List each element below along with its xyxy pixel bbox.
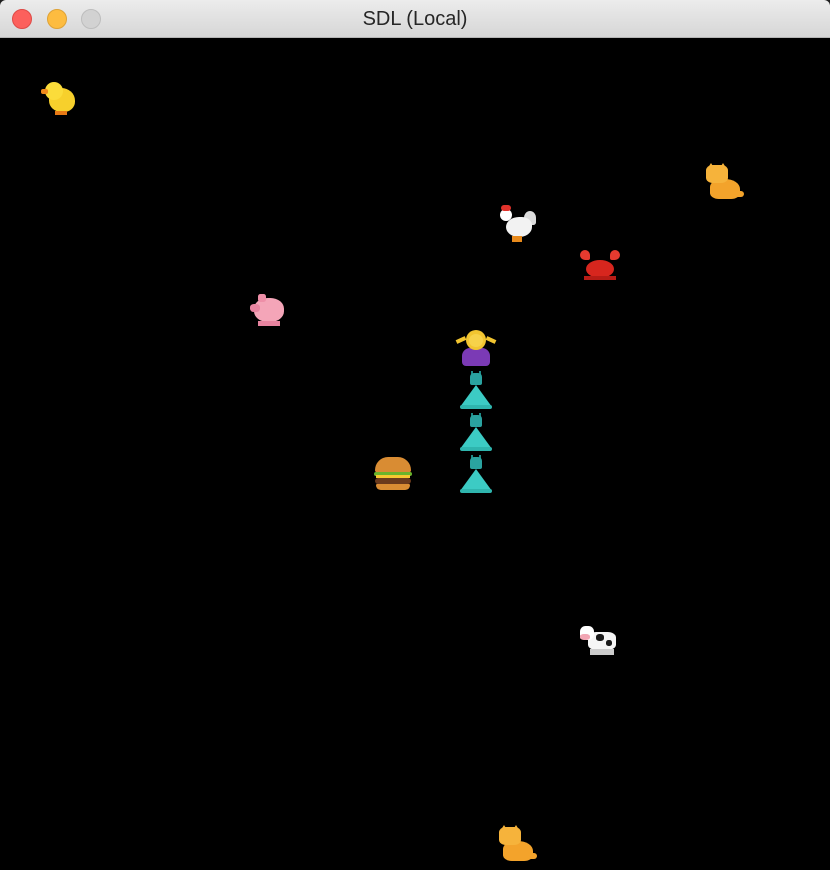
sdl-window: SDL (Local) <box>0 0 830 870</box>
snake-body-dress-icon <box>456 413 496 453</box>
hamburger-icon <box>373 453 413 493</box>
cat-icon <box>704 163 744 203</box>
crab-icon <box>580 248 620 288</box>
snake-body-dress-icon <box>456 371 496 411</box>
rooster-icon <box>498 205 538 245</box>
baby-chick-icon <box>41 78 81 118</box>
title-bar[interactable]: SDL (Local) <box>0 0 830 38</box>
snake-head-woman-icon <box>455 330 497 370</box>
snake-body-dress-icon <box>456 455 496 495</box>
window-title: SDL (Local) <box>362 8 468 30</box>
cat-icon <box>497 825 537 865</box>
pig-icon <box>248 290 288 330</box>
cow-icon <box>580 620 620 660</box>
game-canvas[interactable] <box>1 38 829 870</box>
